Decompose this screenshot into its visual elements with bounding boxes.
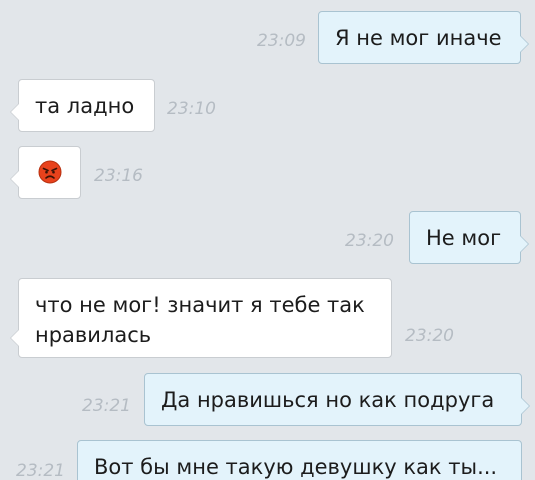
message-timestamp: 23:20 <box>345 231 394 251</box>
message-timestamp: 23:21 <box>16 461 65 480</box>
incoming-message-bubble[interactable]: что не мог! значит я тебе так нравилась <box>10 278 392 358</box>
outgoing-message-bubble[interactable]: Да нравишься но как подруга <box>144 373 530 426</box>
message-timestamp: 23:20 <box>405 326 454 346</box>
message-timestamp: 23:09 <box>257 31 306 51</box>
chat-thread[interactable]: 23:09 Я не мог иначе та ладно 23:10 23:1… <box>0 0 535 480</box>
message-text: та ладно <box>35 94 135 118</box>
message-text: Вот бы мне такую девушку как ты... <box>94 455 498 479</box>
outgoing-message-bubble[interactable]: Я не мог иначе <box>318 11 529 64</box>
message-timestamp: 23:21 <box>82 396 131 416</box>
message-text: Да нравишься но как подруга <box>161 388 495 412</box>
angry-face-icon <box>38 160 62 184</box>
outgoing-message-bubble[interactable]: Вот бы мне такую девушку как ты... <box>77 440 522 480</box>
message-text: что не мог! значит я тебе так нравилась <box>35 293 365 347</box>
outgoing-message-bubble[interactable]: Не мог <box>409 211 529 264</box>
incoming-message-bubble[interactable] <box>10 146 81 199</box>
message-timestamp: 23:16 <box>94 166 143 186</box>
incoming-message-bubble[interactable]: та ладно <box>10 79 155 132</box>
message-text: Не мог <box>426 226 502 250</box>
message-text: Я не мог иначе <box>335 26 502 50</box>
message-timestamp: 23:10 <box>167 99 216 119</box>
